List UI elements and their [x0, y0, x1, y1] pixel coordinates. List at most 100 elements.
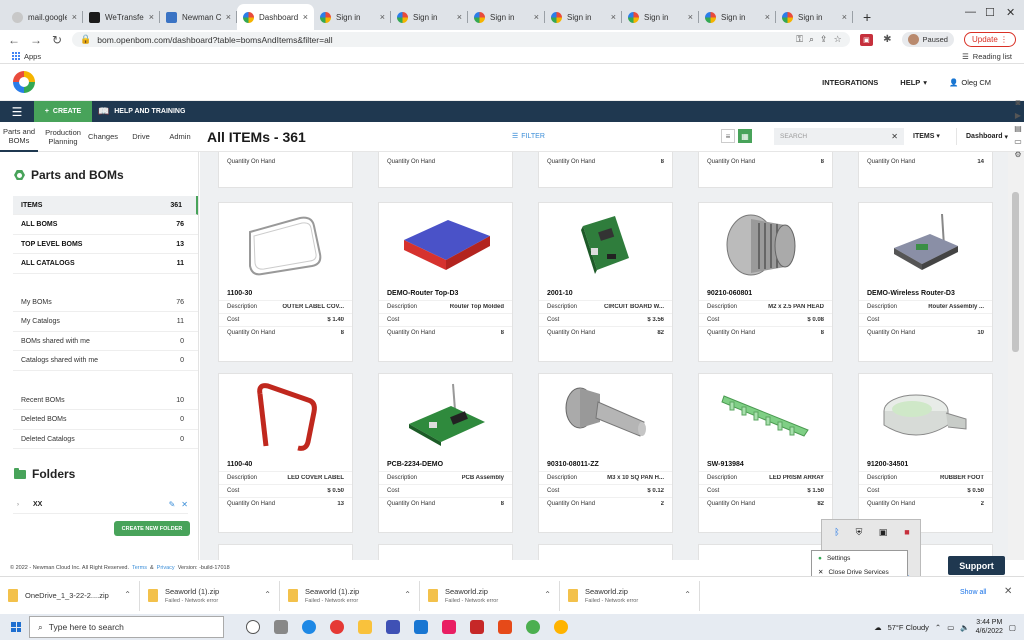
- minimize-icon[interactable]: —: [965, 6, 976, 18]
- store-icon[interactable]: [386, 620, 400, 634]
- url-field[interactable]: 🔒 bom.openbom.com/dashboard?table=bomsAn…: [72, 32, 850, 47]
- browser-tab[interactable]: Newman Cl ×: [160, 4, 237, 30]
- tab-parts-and-boms[interactable]: Parts and BOMs: [0, 122, 38, 152]
- item-card[interactable]: [378, 544, 513, 560]
- volume-icon[interactable]: 🔈: [960, 623, 969, 632]
- search-input[interactable]: SEARCH ✕: [774, 128, 904, 145]
- terms-link[interactable]: Terms: [132, 565, 147, 571]
- maximize-icon[interactable]: ☐: [985, 6, 995, 19]
- browser-tab[interactable]: Sign in ×: [468, 4, 545, 30]
- item-card[interactable]: PCB-2234-DEMO Description PCB Assembly Cost…: [378, 373, 513, 533]
- notifications-icon[interactable]: ▢: [1009, 623, 1016, 632]
- browser-tab[interactable]: Sign in ×: [776, 4, 853, 30]
- forward-icon[interactable]: →: [30, 33, 42, 47]
- cortana-icon[interactable]: [246, 620, 260, 634]
- mail-icon[interactable]: [414, 620, 428, 634]
- download-item[interactable]: Seaworld (1).zip Failed - Network error ⌃: [140, 580, 280, 611]
- item-card[interactable]: 1100-30 Description OUTER LABEL COV... Cost…: [218, 202, 353, 362]
- browser-tab[interactable]: Sign in ×: [699, 4, 776, 30]
- security-icon[interactable]: ⛨: [853, 526, 865, 538]
- sidebar-item[interactable]: My Catalogs 11: [13, 313, 198, 332]
- browser-tab[interactable]: Sign in ×: [622, 4, 699, 30]
- solidworks-icon[interactable]: [470, 620, 484, 634]
- edit-folder-icon[interactable]: ✎: [169, 500, 176, 509]
- printer-icon[interactable]: ▣: [877, 526, 889, 538]
- sidebar-item[interactable]: ITEMS 361: [13, 196, 198, 215]
- close-tab-icon[interactable]: ×: [611, 12, 616, 22]
- chevron-up-icon[interactable]: ⌃: [684, 590, 691, 599]
- sidebar-item[interactable]: Catalogs shared with me 0: [13, 352, 198, 371]
- close-tab-icon[interactable]: ×: [765, 12, 770, 22]
- expand-icon[interactable]: ›: [13, 502, 33, 508]
- create-new-folder-button[interactable]: CREATE NEW FOLDER: [114, 521, 190, 536]
- item-card[interactable]: Quantity On Hand 8: [538, 152, 673, 188]
- support-button[interactable]: Support: [948, 556, 1005, 575]
- bookmark-star-icon[interactable]: ☆: [834, 34, 842, 45]
- openbom-logo[interactable]: [13, 71, 35, 93]
- sidebar-item[interactable]: ALL CATALOGS 11: [13, 255, 198, 274]
- folder-item[interactable]: › XX ✎ ✕: [13, 496, 188, 514]
- help-and-training-button[interactable]: 📖 HELP AND TRAINING: [92, 106, 185, 117]
- item-card[interactable]: 1100-40 Description LED COVER LABEL Cost $ 0…: [218, 373, 353, 533]
- app-icon[interactable]: [330, 620, 344, 634]
- list-view-icon[interactable]: ≡: [721, 129, 735, 143]
- help-menu[interactable]: HELP ▾: [900, 78, 927, 87]
- sidebar-item[interactable]: Deleted BOMs 0: [13, 411, 198, 430]
- chevron-up-icon[interactable]: ⌃: [404, 590, 411, 599]
- chevron-up-icon[interactable]: ⌃: [544, 590, 551, 599]
- delete-folder-icon[interactable]: ✕: [181, 500, 188, 509]
- apps-shortcut[interactable]: Apps: [12, 52, 41, 61]
- bluetooth-icon[interactable]: ᛒ: [831, 526, 843, 538]
- browser-tab[interactable]: mail.google. ×: [6, 4, 83, 30]
- tab-production-planning[interactable]: Production Planning: [38, 122, 88, 152]
- scrollbar-thumb[interactable]: [1012, 192, 1019, 352]
- download-item[interactable]: Seaworld.zip Failed - Network error ⌃: [420, 580, 560, 611]
- items-dropdown[interactable]: ITEMS ▾: [913, 132, 940, 140]
- grid-view-icon[interactable]: ▦: [738, 129, 752, 143]
- profile-paused-button[interactable]: Paused: [901, 32, 954, 47]
- sidebar-item[interactable]: Recent BOMs 10: [13, 391, 198, 410]
- item-card[interactable]: 2001-10 Description CIRCUIT BOARD W... Cost…: [538, 202, 673, 362]
- clear-search-icon[interactable]: ✕: [891, 132, 898, 141]
- new-tab-icon[interactable]: +: [853, 4, 881, 30]
- item-card[interactable]: 91200-34501 Description RUBBER FOOT Cost $ 0…: [858, 373, 993, 533]
- chrome-icon[interactable]: [526, 620, 540, 634]
- item-card[interactable]: Quantity On Hand 8: [698, 152, 833, 188]
- windows-start-icon[interactable]: [11, 622, 21, 632]
- sidebar-item[interactable]: BOMs shared with me 0: [13, 332, 198, 351]
- item-card[interactable]: DEMO-Router Top-D3 Description Router Top …: [378, 202, 513, 362]
- close-tab-icon[interactable]: ×: [226, 12, 231, 22]
- close-tab-icon[interactable]: ×: [534, 12, 539, 22]
- user-menu[interactable]: 👤 Oleg CM: [949, 78, 991, 87]
- item-card[interactable]: 90210-060801 Description M2 x 2.5 PAN HEAD…: [698, 202, 833, 362]
- extensions-puzzle-icon[interactable]: ✱: [883, 34, 891, 45]
- browser-tab[interactable]: Sign in ×: [391, 4, 468, 30]
- download-item[interactable]: OneDrive_1_3-22-2....zip ⌃: [0, 580, 140, 611]
- chevron-up-icon[interactable]: ⌃: [264, 590, 271, 599]
- gear-icon[interactable]: ⚙: [1014, 150, 1021, 159]
- item-card[interactable]: Quantity On Hand: [218, 152, 353, 188]
- dashboard-dropdown[interactable]: Dashboard ▾: [956, 128, 1011, 145]
- browser-tab[interactable]: Dashboard ×: [237, 4, 314, 30]
- office-icon[interactable]: [498, 620, 512, 634]
- menu-item-settings[interactable]: ● Settings: [812, 551, 907, 565]
- filter-button[interactable]: ☰ FILTER: [512, 132, 545, 141]
- privacy-link[interactable]: Privacy: [157, 565, 175, 571]
- menu-icon[interactable]: ☰: [0, 101, 34, 122]
- camera-icon[interactable]: ◙: [1016, 98, 1021, 107]
- close-download-bar-icon[interactable]: ✕: [1004, 586, 1012, 597]
- chevron-up-icon[interactable]: ⌃: [124, 590, 131, 599]
- tray-chevron-icon[interactable]: ⌃: [935, 623, 941, 632]
- sidebar-item[interactable]: Deleted Catalogs 0: [13, 430, 198, 449]
- close-tab-icon[interactable]: ×: [72, 12, 77, 22]
- screen-icon[interactable]: ▭: [1014, 137, 1022, 146]
- chat-icon[interactable]: ▤: [1014, 124, 1022, 133]
- tab-admin[interactable]: Admin: [164, 122, 196, 152]
- content-scrollbar[interactable]: [1008, 152, 1024, 560]
- close-tab-icon[interactable]: ×: [149, 12, 154, 22]
- item-card[interactable]: 90310-08011-ZZ Description M3 x 10 SQ PAN …: [538, 373, 673, 533]
- item-card[interactable]: Quantity On Hand 14: [858, 152, 993, 188]
- create-button[interactable]: + CREATE: [34, 101, 92, 122]
- reading-list-button[interactable]: ☰ Reading list: [962, 52, 1012, 61]
- browser-tab[interactable]: Sign in ×: [545, 4, 622, 30]
